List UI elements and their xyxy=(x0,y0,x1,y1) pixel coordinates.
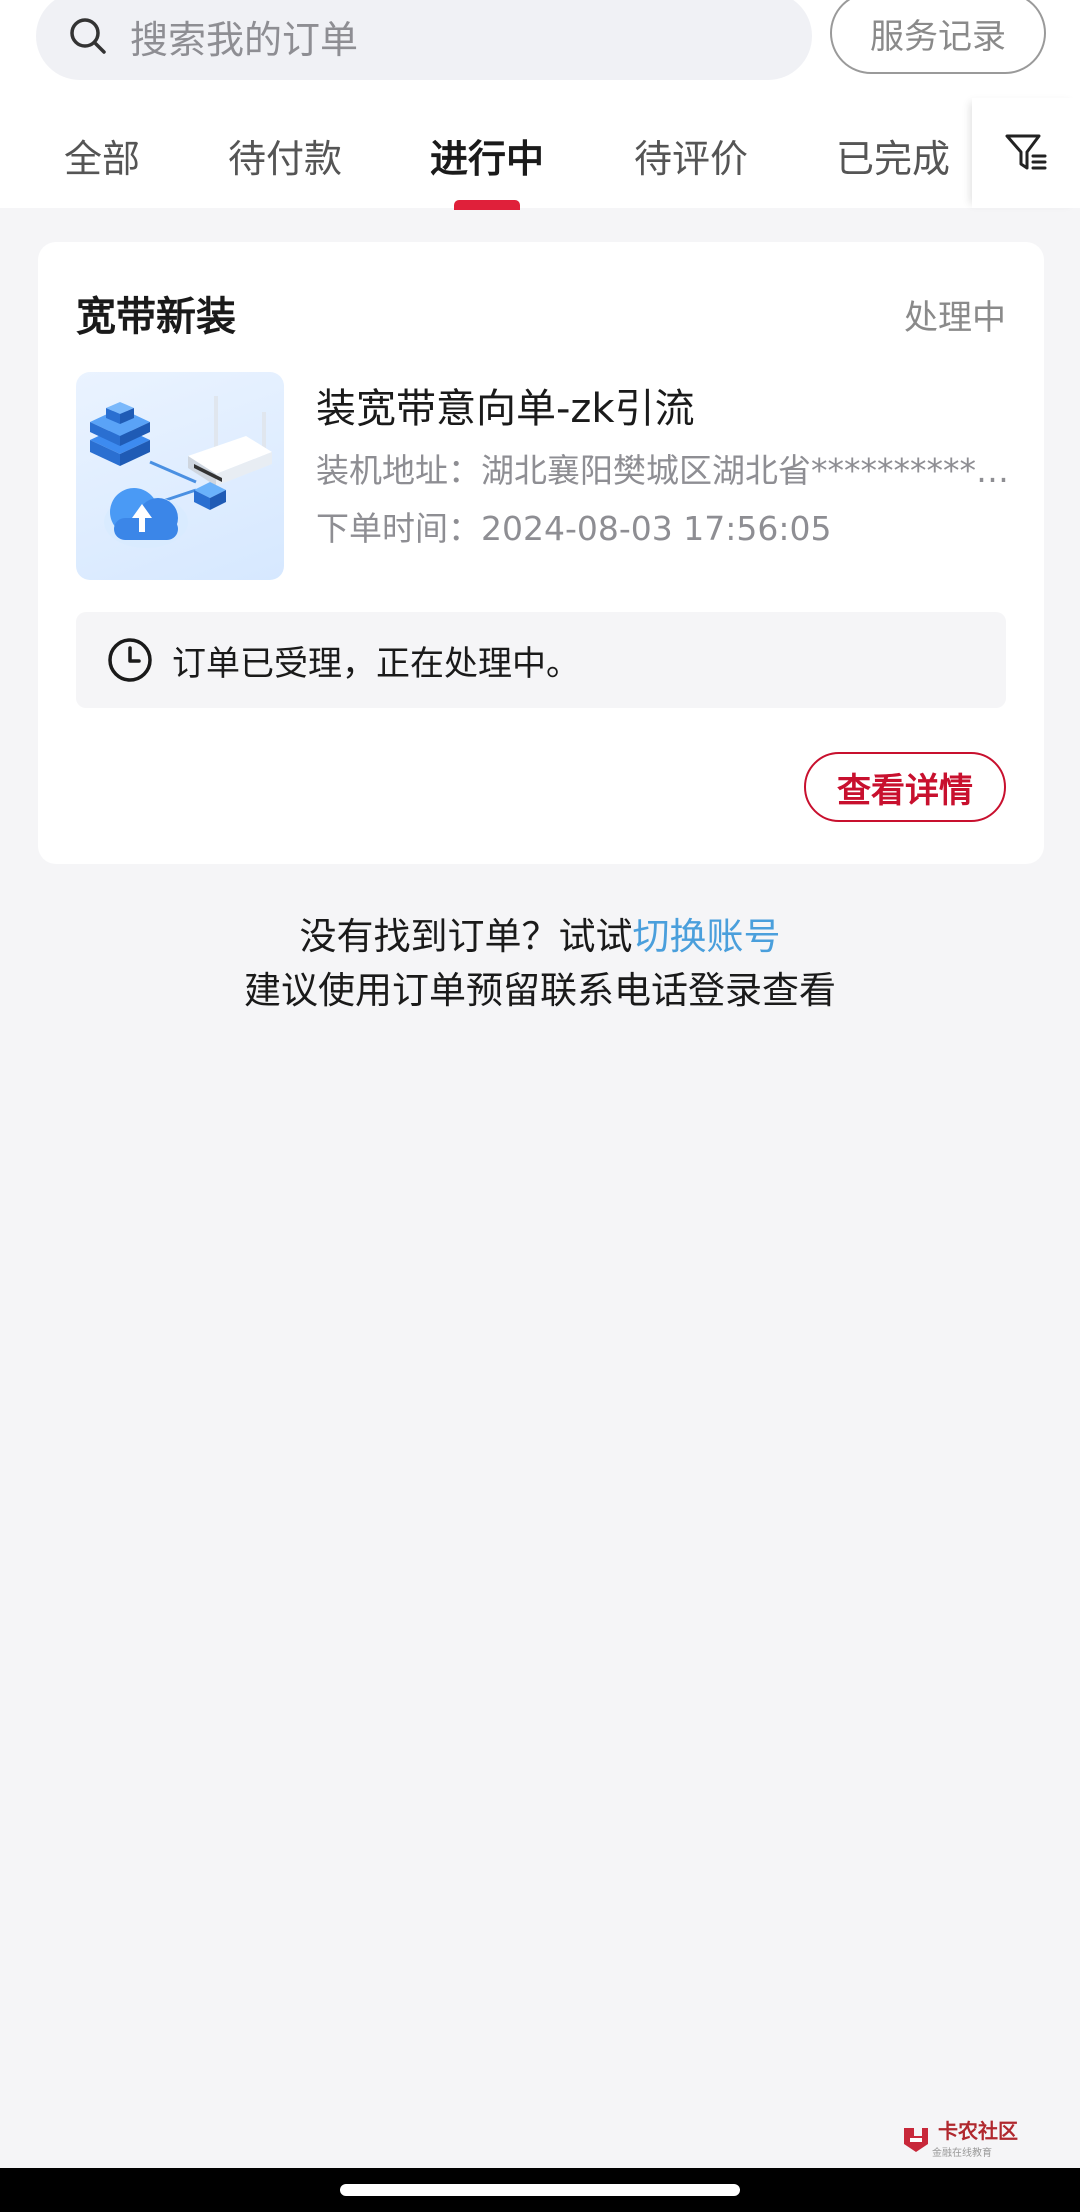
order-time-row: 下单时间：2024-08-03 17:56:05 xyxy=(316,502,1016,550)
watermark-subtitle: 金融在线教育 xyxy=(932,2148,992,2159)
kanong-logo-icon xyxy=(904,2128,928,2152)
install-address-label: 装机地址： xyxy=(316,451,481,490)
hint-prefix: 没有找到订单？试试 xyxy=(299,915,633,958)
order-tabs: 全部 待付款 进行中 待评价 已完成 xyxy=(0,108,972,208)
tab-all[interactable]: 全部 xyxy=(64,128,140,183)
order-time-label: 下单时间： xyxy=(316,509,481,548)
search-placeholder: 搜索我的订单 xyxy=(130,17,359,62)
filter-icon xyxy=(1005,134,1047,170)
search-icon xyxy=(70,18,106,54)
active-tab-indicator xyxy=(454,200,520,210)
order-time-value: 2024-08-03 17:56:05 xyxy=(481,509,832,548)
broadband-illustration xyxy=(90,396,272,548)
top-header: 搜索我的订单 服务记录 全部 待付款 进行中 待评价 已完成 xyxy=(0,0,1080,210)
order-notice: 订单已受理，正在处理中。 xyxy=(76,612,1006,708)
view-details-button[interactable]: 查看详情 xyxy=(804,752,1006,822)
service-records-button[interactable]: 服务记录 xyxy=(830,0,1046,74)
system-nav-bar xyxy=(0,2168,1080,2212)
order-category: 宽带新装 xyxy=(76,294,236,340)
watermark-logo: 卡农社区 金融在线教育 xyxy=(900,2118,1030,2162)
order-status: 处理中 xyxy=(904,298,1006,338)
order-card[interactable]: 宽带新装 处理中 装宽带意向单-zk引流 装机地址：湖北襄阳樊城区湖北省****… xyxy=(38,242,1044,864)
switch-account-link[interactable]: 切换账号 xyxy=(633,915,781,958)
no-order-hint: 没有找到订单？试试切换账号 xyxy=(0,906,1080,960)
product-name: 装宽带意向单-zk引流 xyxy=(316,386,695,432)
install-address-row: 装机地址：湖北襄阳樊城区湖北省**********… xyxy=(316,444,1016,492)
tab-pending-payment[interactable]: 待付款 xyxy=(228,128,342,183)
filter-button[interactable] xyxy=(972,98,1080,208)
tab-completed[interactable]: 已完成 xyxy=(836,128,950,183)
tab-in-progress[interactable]: 进行中 xyxy=(430,128,544,183)
login-suggestion: 建议使用订单预留联系电话登录查看 xyxy=(244,969,836,1012)
install-address-value: 湖北襄阳樊城区湖北省**********… xyxy=(481,451,1009,490)
search-input[interactable]: 搜索我的订单 xyxy=(36,0,812,80)
notice-text: 订单已受理，正在处理中。 xyxy=(172,643,580,684)
product-image xyxy=(76,372,284,580)
home-indicator[interactable] xyxy=(340,2184,740,2196)
clock-icon xyxy=(108,638,152,682)
tab-pending-review[interactable]: 待评价 xyxy=(634,128,748,183)
watermark-title: 卡农社区 xyxy=(938,2119,1018,2143)
